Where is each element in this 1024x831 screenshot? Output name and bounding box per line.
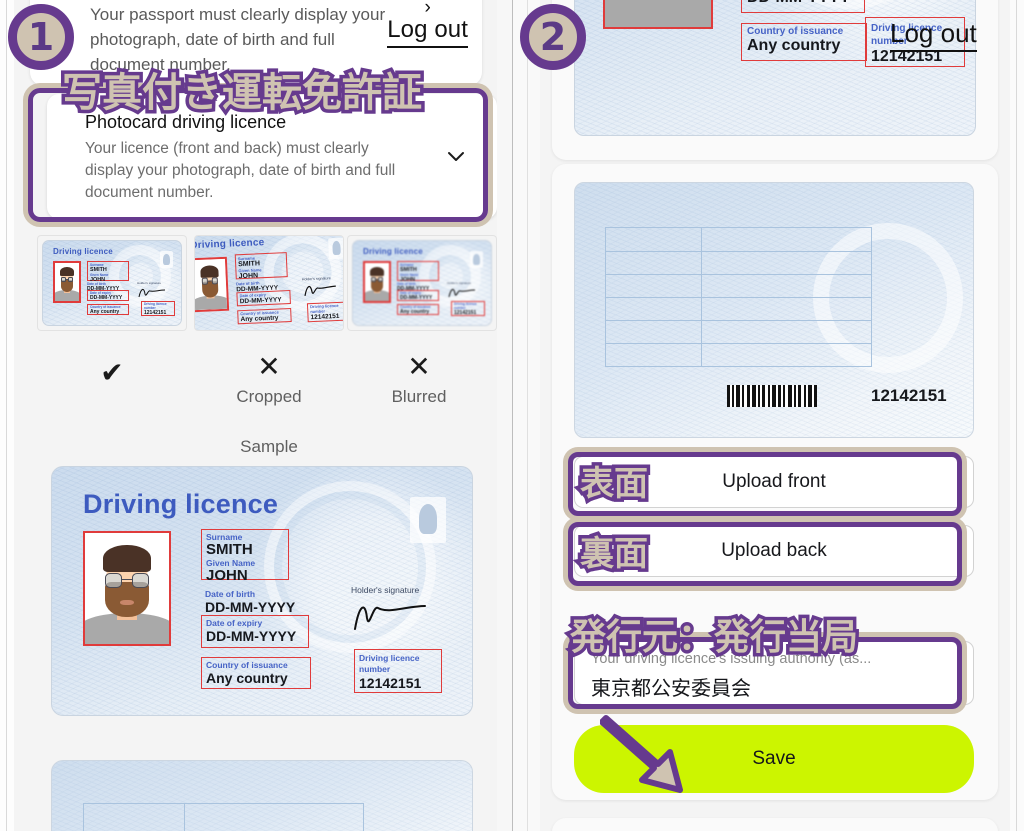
ghost-photo xyxy=(410,497,446,543)
caption-cropped: Cropped xyxy=(236,387,302,406)
sample-caption: Sample xyxy=(240,437,298,456)
annotation-label-photocard: 写真付き運転免許証 xyxy=(59,67,426,120)
licence-field-name: Surname SMITH Given Name JOHN xyxy=(201,529,289,584)
annotation-badge-two: 2 xyxy=(520,4,586,70)
thumbnail-good[interactable]: Driving licence Surname SMITH Given Name… xyxy=(38,236,186,330)
left-gutter xyxy=(0,0,14,831)
save-label: Save xyxy=(752,748,796,769)
annotation-label-issuer: 発行元：発行当局 xyxy=(566,614,861,662)
cross-icon-cropped: ✕ Cropped xyxy=(233,350,305,407)
licence-field-dob: Date of birth DD-MM-YYYY xyxy=(205,589,296,615)
thumbnail-blurred[interactable]: Driving licence Surname SMITH Given Name… xyxy=(348,236,496,330)
sample-licence-back-partial xyxy=(51,760,473,831)
licence-field-number: Driving licence number 12142151 xyxy=(354,649,442,693)
logout-button-left[interactable]: › Log out xyxy=(387,0,468,48)
divider-secondary xyxy=(527,0,528,831)
signature-block: Holder's signature xyxy=(351,585,431,637)
licence-field-expiry: Date of expiry DD-MM-YYYY xyxy=(201,615,309,648)
annotation-label-front: 表面 xyxy=(577,461,652,508)
logout-label-right: Log out xyxy=(890,18,977,52)
annotation-arrow-save xyxy=(599,712,720,807)
right-edge-line xyxy=(1016,0,1017,831)
caption-blurred: Blurred xyxy=(391,387,447,406)
sample-licence-front: Driving licence Surname SMITH Given Name… xyxy=(51,466,473,716)
check-icon: ✔ xyxy=(100,357,124,388)
logout-label: Log out xyxy=(387,16,468,48)
logout-button-right[interactable]: Log out xyxy=(890,18,977,52)
cross-icon-blurred: ✕ Blurred xyxy=(383,350,455,407)
chevron-right-icon: › xyxy=(424,0,431,18)
barcode-number: 12142151 xyxy=(871,386,947,405)
licence-back-preview: 12142151 xyxy=(574,182,974,438)
screenshot-root: Your passport must clearly display your … xyxy=(0,0,1024,831)
left-edge-line xyxy=(6,0,7,831)
right-gutter xyxy=(1010,0,1024,831)
next-card-peek xyxy=(552,818,998,831)
mid-gutter-a xyxy=(497,0,512,831)
barcode xyxy=(727,385,817,407)
annotation-label-back: 裏面 xyxy=(577,531,652,578)
licence-photo xyxy=(83,531,171,646)
licence-title: Driving licence xyxy=(83,489,279,519)
licence-field-country: Country of issuance Any country xyxy=(201,657,311,689)
thumbnail-cropped[interactable]: Driving licence Surname SMITH Given Name… xyxy=(195,236,343,330)
